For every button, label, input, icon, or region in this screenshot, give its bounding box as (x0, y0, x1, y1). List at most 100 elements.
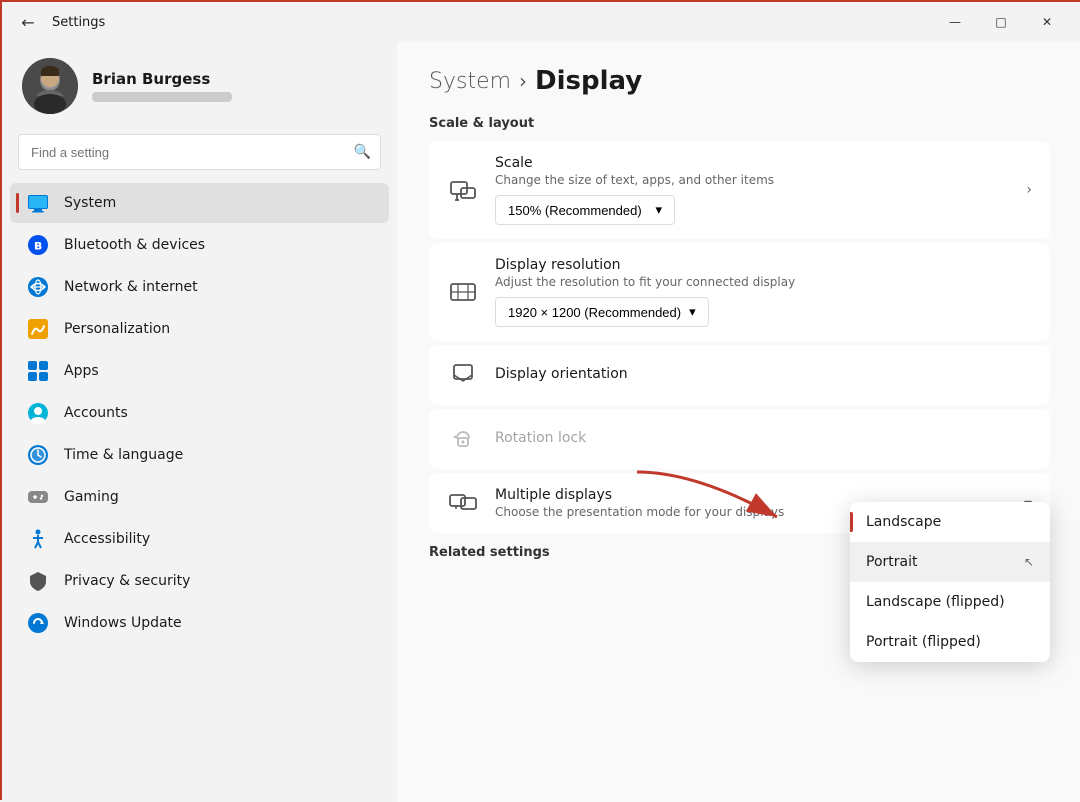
main-content: Brian Burgess 🔍 Sy (2, 42, 1080, 802)
maximize-button[interactable]: □ (978, 6, 1024, 38)
resolution-card: Display resolution Adjust the resolution… (429, 243, 1050, 341)
nav-item-bluetooth[interactable]: ʙ Bluetooth & devices (10, 225, 389, 265)
orientation-icon (447, 359, 479, 391)
orientation-text: Display orientation (495, 366, 1032, 384)
back-icon: ← (21, 13, 34, 32)
search-icon: 🔍 (354, 144, 371, 160)
rotation-lock-text: Rotation lock (495, 430, 1032, 448)
nav-item-accounts[interactable]: Accounts (10, 393, 389, 433)
scale-action: › (1026, 182, 1032, 198)
chevron-right-icon: › (1026, 182, 1032, 198)
resolution-icon (447, 276, 479, 308)
orientation-option-portrait[interactable]: Portrait ↖ (850, 542, 1050, 582)
update-icon (26, 611, 50, 635)
nav-item-gaming[interactable]: Gaming (10, 477, 389, 517)
orientation-option-landscape[interactable]: Landscape (850, 502, 1050, 542)
user-name: Brian Burgess (92, 70, 232, 88)
scale-desc: Change the size of text, apps, and other… (495, 173, 1010, 187)
nav-item-update[interactable]: Windows Update (10, 603, 389, 643)
apps-icon (26, 359, 50, 383)
resolution-title: Display resolution (495, 257, 1032, 273)
main-panel: System › Display Scale & layout (397, 42, 1080, 802)
user-info: Brian Burgess (92, 70, 232, 102)
gaming-icon (26, 485, 50, 509)
resolution-desc: Adjust the resolution to fit your connec… (495, 275, 1032, 289)
user-section: Brian Burgess (2, 42, 397, 130)
landscape-label: Landscape (866, 514, 941, 530)
close-button[interactable]: ✕ (1024, 6, 1070, 38)
accessibility-icon (26, 527, 50, 551)
user-account-blur (92, 92, 232, 102)
window-controls: — □ ✕ (932, 6, 1070, 38)
section-scale-label: Scale & layout (429, 116, 1050, 131)
scale-value: 150% (Recommended) (508, 203, 642, 218)
time-icon (26, 443, 50, 467)
breadcrumb-sep: › (519, 69, 527, 93)
avatar (22, 58, 78, 114)
portrait-label: Portrait (866, 554, 917, 570)
scale-title: Scale (495, 155, 1010, 171)
orientation-row: Display orientation (429, 345, 1050, 405)
nav-label-time: Time & language (64, 447, 183, 463)
network-icon (26, 275, 50, 299)
back-button[interactable]: ← (14, 8, 42, 36)
page-title: Display (535, 66, 642, 96)
resolution-row: Display resolution Adjust the resolution… (429, 243, 1050, 341)
svg-text:ʙ: ʙ (34, 239, 42, 254)
nav-label-accounts: Accounts (64, 405, 128, 421)
sidebar: Brian Burgess 🔍 Sy (2, 42, 397, 802)
nav-item-system[interactable]: System (10, 183, 389, 223)
scale-text: Scale Change the size of text, apps, and… (495, 155, 1010, 225)
orientation-card: Display orientation (429, 345, 1050, 405)
search-box: 🔍 (18, 134, 381, 170)
nav-label-accessibility: Accessibility (64, 531, 150, 547)
landscape-flipped-label: Landscape (flipped) (866, 594, 1005, 610)
portrait-flipped-label: Portrait (flipped) (866, 634, 981, 650)
accounts-icon (26, 401, 50, 425)
multiple-displays-icon (447, 487, 479, 519)
resolution-dropdown[interactable]: 1920 × 1200 (Recommended) ▾ (495, 297, 709, 327)
system-icon (26, 191, 50, 215)
rotation-lock-icon (447, 423, 479, 455)
rotation-lock-title: Rotation lock (495, 430, 1032, 446)
resolution-value: 1920 × 1200 (Recommended) (508, 305, 681, 320)
scale-row: Scale Change the size of text, apps, and… (429, 141, 1050, 239)
nav-label-gaming: Gaming (64, 489, 119, 505)
titlebar: ← Settings — □ ✕ (2, 2, 1080, 42)
multiple-displays-title: Multiple displays (495, 487, 1008, 503)
scale-dropdown[interactable]: 150% (Recommended) ▾ (495, 195, 675, 225)
rotation-lock-row: Rotation lock (429, 409, 1050, 469)
cursor-icon: ↖ (1024, 555, 1034, 569)
scale-icon (447, 174, 479, 206)
minimize-button[interactable]: — (932, 6, 978, 38)
nav-label-bluetooth: Bluetooth & devices (64, 237, 205, 253)
scale-chevron-icon: ▾ (655, 202, 662, 218)
nav-label-apps: Apps (64, 363, 99, 379)
resolution-text: Display resolution Adjust the resolution… (495, 257, 1032, 327)
orientation-option-portrait-flipped[interactable]: Portrait (flipped) (850, 622, 1050, 662)
app-title: Settings (52, 15, 105, 30)
privacy-icon (26, 569, 50, 593)
nav-label-update: Windows Update (64, 615, 182, 631)
nav-item-accessibility[interactable]: Accessibility (10, 519, 389, 559)
orientation-title: Display orientation (495, 366, 1032, 382)
bluetooth-icon: ʙ (26, 233, 50, 257)
resolution-chevron-icon: ▾ (689, 304, 696, 320)
nav-item-network[interactable]: Network & internet (10, 267, 389, 307)
nav-label-system: System (64, 195, 116, 211)
nav-item-apps[interactable]: Apps (10, 351, 389, 391)
rotation-lock-card: Rotation lock (429, 409, 1050, 469)
orientation-dropdown-popup: Landscape Portrait ↖ Landscape (flipped)… (850, 502, 1050, 662)
nav-label-network: Network & internet (64, 279, 198, 295)
personalization-icon (26, 317, 50, 341)
orientation-option-landscape-flipped[interactable]: Landscape (flipped) (850, 582, 1050, 622)
nav-item-privacy[interactable]: Privacy & security (10, 561, 389, 601)
nav-label-privacy: Privacy & security (64, 573, 190, 589)
nav-item-time[interactable]: Time & language (10, 435, 389, 475)
nav-item-personalization[interactable]: Personalization (10, 309, 389, 349)
page-header: System › Display (429, 66, 1050, 96)
scale-card: Scale Change the size of text, apps, and… (429, 141, 1050, 239)
nav-label-personalization: Personalization (64, 321, 170, 337)
search-input[interactable] (18, 134, 381, 170)
breadcrumb: System (429, 69, 511, 94)
